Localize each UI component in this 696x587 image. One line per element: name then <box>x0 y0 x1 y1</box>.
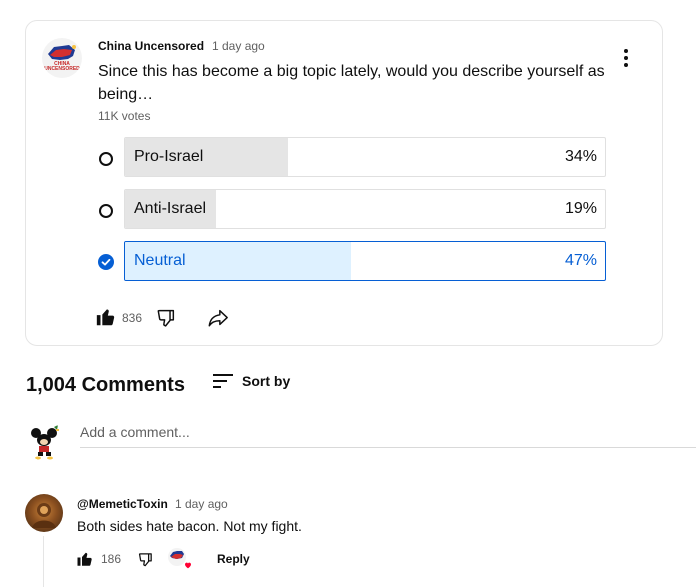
poll-option-percent: 34% <box>564 148 597 165</box>
svg-text:UNCENSORED: UNCENSORED <box>44 66 80 72</box>
comments-count-heading: 1,004 Comments <box>26 374 185 396</box>
radio-neutral-checked-icon[interactable] <box>98 254 114 270</box>
commenter-photo-icon <box>32 503 56 528</box>
radio-pro-israel[interactable] <box>99 152 113 166</box>
more-options-icon[interactable] <box>618 47 634 69</box>
like-icon[interactable] <box>95 306 117 328</box>
china-uncensored-logo-icon: CHINA UNCENSORED <box>44 45 80 72</box>
comment-dislike-icon[interactable] <box>137 551 154 568</box>
comment-time[interactable]: 1 day ago <box>175 497 228 511</box>
dislike-icon[interactable] <box>155 307 177 329</box>
creator-heart-icon <box>167 547 191 571</box>
poll-option-label: Neutral <box>134 252 186 269</box>
community-post-card: CHINA UNCENSORED China Uncensored 1 day … <box>25 20 663 346</box>
poll-option-percent: 47% <box>564 252 597 269</box>
sort-by-label: Sort by <box>242 373 291 389</box>
commenter-avatar[interactable] <box>25 494 63 532</box>
thread-line <box>43 536 44 587</box>
channel-name[interactable]: China Uncensored <box>98 39 204 53</box>
radio-anti-israel[interactable] <box>99 204 113 218</box>
reply-button[interactable]: Reply <box>217 552 250 566</box>
sort-icon <box>213 374 233 388</box>
comment-text: Both sides hate bacon. Not my fight. <box>77 518 302 534</box>
share-icon[interactable] <box>206 307 230 329</box>
channel-avatar[interactable]: CHINA UNCENSORED <box>42 38 82 78</box>
like-count: 836 <box>122 311 143 325</box>
comment-like-count: 186 <box>101 552 122 566</box>
poll-option-anti-israel[interactable]: Anti-Israel 19% <box>124 189 606 229</box>
poll-option-label: Pro-Israel <box>134 148 204 165</box>
mouse-mascot-avatar-icon <box>25 421 65 461</box>
vote-count: 11K votes <box>98 109 151 123</box>
user-avatar[interactable] <box>25 421 65 461</box>
comment-like-icon[interactable] <box>76 550 94 568</box>
poll-option-percent: 19% <box>564 200 597 217</box>
post-time[interactable]: 1 day ago <box>212 39 265 53</box>
comment-author[interactable]: @MemeticToxin <box>77 497 168 511</box>
poll-option-neutral[interactable]: Neutral 47% <box>124 241 606 281</box>
sort-by-button[interactable]: Sort by <box>212 372 290 390</box>
poll-option-pro-israel[interactable]: Pro-Israel 34% <box>124 137 606 177</box>
poll-option-label: Anti-Israel <box>134 200 207 217</box>
poll-question: Since this has become a big topic lately… <box>98 63 605 103</box>
add-comment-input[interactable]: Add a comment... <box>80 424 696 448</box>
